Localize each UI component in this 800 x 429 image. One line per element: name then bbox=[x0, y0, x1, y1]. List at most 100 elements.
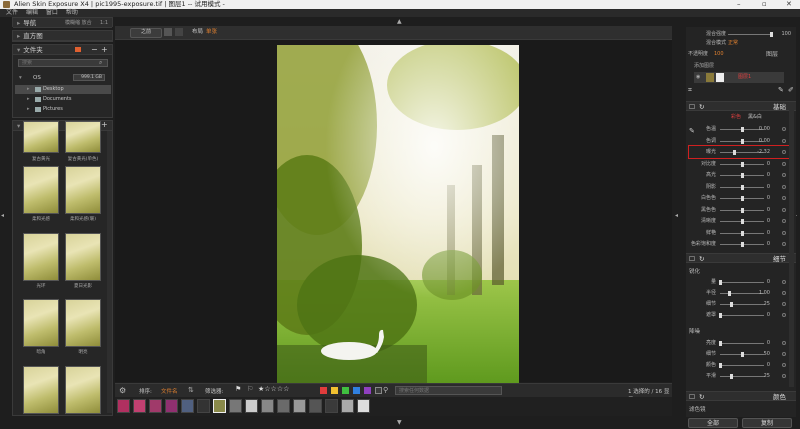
blend-mode-row[interactable]: 混合模式 正常 bbox=[686, 39, 796, 48]
slider-track[interactable] bbox=[720, 376, 764, 377]
slider-reset-dot[interactable] bbox=[782, 341, 786, 345]
slider-reset-dot[interactable] bbox=[782, 230, 786, 235]
preset-thumb[interactable] bbox=[23, 233, 59, 281]
film-thumb[interactable] bbox=[341, 399, 354, 413]
slider-reset-dot[interactable] bbox=[782, 242, 786, 246]
opacity-row[interactable]: 不透明度 100 图层 bbox=[686, 50, 796, 59]
menu-window[interactable]: 窗口 bbox=[46, 9, 58, 16]
slider-knob[interactable] bbox=[719, 313, 722, 318]
slider-track[interactable] bbox=[720, 315, 764, 316]
slider-knob[interactable] bbox=[741, 196, 744, 201]
expand-drive-icon[interactable]: ▾ bbox=[19, 75, 22, 81]
color-mode-bw[interactable]: 黑&白 bbox=[748, 113, 762, 120]
slider-knob[interactable] bbox=[741, 173, 744, 178]
film-thumb[interactable] bbox=[261, 399, 274, 413]
film-thumb[interactable] bbox=[149, 399, 162, 413]
preset-thumb[interactable] bbox=[65, 121, 101, 153]
preset-thumb[interactable] bbox=[65, 233, 101, 281]
opacity-select[interactable]: 100 bbox=[714, 50, 724, 59]
color-mode-color[interactable]: 彩色 bbox=[731, 113, 741, 120]
slider-knob[interactable] bbox=[719, 341, 722, 346]
film-thumb[interactable] bbox=[245, 399, 258, 413]
film-thumb[interactable] bbox=[165, 399, 178, 413]
remove-folder-button[interactable]: − bbox=[91, 45, 98, 55]
split-view-icon[interactable] bbox=[164, 28, 172, 36]
expand-icon[interactable]: ▸ bbox=[27, 85, 30, 94]
add-folder-button[interactable]: + bbox=[101, 45, 108, 55]
reject-flag-icon[interactable]: ⚐ bbox=[247, 385, 253, 393]
menu-help[interactable]: 帮助 bbox=[66, 9, 78, 16]
minimize-button[interactable]: – bbox=[737, 0, 741, 9]
slider-track[interactable] bbox=[720, 343, 764, 344]
slider-row[interactable]: 鲜艳 0 bbox=[686, 229, 796, 238]
drive-row[interactable]: ▾ OS 999.1 GB bbox=[15, 73, 111, 83]
nav-header[interactable]: ▸ 导航 模糊缩 放合 1:1 bbox=[13, 18, 112, 28]
slider-knob[interactable] bbox=[741, 127, 744, 132]
film-thumb[interactable] bbox=[229, 399, 242, 413]
slider-row[interactable]: 平滑 25 bbox=[686, 372, 796, 381]
expand-icon[interactable]: ▸ bbox=[27, 95, 30, 104]
slider-row[interactable]: 清晰度 0 bbox=[686, 217, 796, 226]
color-label-purple[interactable] bbox=[364, 387, 371, 394]
slider-row[interactable]: 细节 25 bbox=[686, 300, 796, 309]
menu-edit[interactable]: 编辑 bbox=[26, 9, 38, 16]
maximize-button[interactable]: ▫ bbox=[762, 0, 767, 9]
add-layer-row[interactable]: 添加图层 bbox=[694, 62, 784, 71]
slider-row[interactable]: 遮罩 0 bbox=[686, 311, 796, 320]
add-preset-button[interactable]: + bbox=[101, 121, 108, 130]
slider-reset-dot[interactable] bbox=[782, 313, 786, 317]
folder-item-pictures[interactable]: ▸ Pictures bbox=[15, 105, 111, 114]
menu-file[interactable]: 文件 bbox=[6, 9, 18, 16]
presets-scrollbar[interactable] bbox=[107, 131, 112, 413]
layer-visibility-icon[interactable]: ◉ bbox=[696, 74, 700, 80]
color-label-red[interactable] bbox=[320, 387, 327, 394]
slider-reset-dot[interactable] bbox=[782, 138, 786, 143]
reset-color-icon[interactable]: ↻ bbox=[699, 392, 704, 402]
copy-settings-button[interactable]: 复制 bbox=[742, 418, 792, 428]
slider-knob[interactable] bbox=[741, 219, 744, 224]
slider-knob[interactable] bbox=[730, 374, 733, 379]
sort-direction-icon[interactable]: ⇅ bbox=[188, 386, 194, 394]
slider-reset-dot[interactable] bbox=[782, 173, 786, 177]
folders-header[interactable]: ▾ 文件夹 − + bbox=[13, 45, 112, 55]
sort-select[interactable]: 文件名 bbox=[161, 387, 178, 395]
film-thumb[interactable] bbox=[357, 399, 370, 413]
preset-thumb[interactable] bbox=[65, 166, 101, 214]
slider-knob[interactable] bbox=[741, 207, 744, 213]
preset-thumb[interactable] bbox=[23, 166, 59, 214]
search-icon[interactable]: ⌕ bbox=[99, 59, 102, 67]
color-label-none[interactable] bbox=[375, 387, 382, 394]
adjust-scrollbar[interactable] bbox=[789, 107, 794, 387]
layout-select[interactable]: 单张 bbox=[206, 27, 217, 35]
layer-name[interactable]: 图层1 bbox=[738, 73, 751, 80]
folder-sync-icon[interactable] bbox=[75, 47, 81, 52]
slider-reset-dot[interactable] bbox=[782, 161, 786, 166]
slider-knob[interactable] bbox=[741, 230, 744, 236]
slider-row[interactable]: 阴影 0 bbox=[686, 183, 796, 192]
basic-header[interactable]: ☐ ↻ 基础 bbox=[686, 101, 796, 111]
color-label-blue[interactable] bbox=[353, 387, 360, 394]
star-rating[interactable]: ★☆☆☆☆ bbox=[258, 385, 289, 393]
slider-row[interactable]: 色温 0.00 bbox=[686, 125, 796, 134]
slider-reset-dot[interactable] bbox=[782, 184, 786, 189]
pen-icon[interactable]: ✐ bbox=[788, 86, 794, 94]
compare-view-icon[interactable] bbox=[175, 28, 183, 36]
preset-thumb[interactable] bbox=[65, 299, 101, 347]
film-thumb-selected[interactable] bbox=[213, 399, 226, 413]
slider-reset-dot[interactable] bbox=[782, 219, 786, 223]
slider-row[interactable]: 亮度 0 bbox=[686, 339, 796, 348]
detail-header[interactable]: ☐ ↻ 细节 bbox=[686, 253, 796, 263]
slider-reset-dot[interactable] bbox=[782, 291, 786, 295]
color-toggle-icon[interactable]: ☐ bbox=[689, 392, 695, 402]
slider-row[interactable]: 色彩饱和度 0 bbox=[686, 240, 796, 249]
slider-knob[interactable] bbox=[727, 291, 731, 296]
collapse-left-icon[interactable]: ◂ bbox=[1, 212, 4, 219]
color-label-yellow[interactable] bbox=[331, 387, 338, 394]
slider-knob[interactable] bbox=[719, 363, 722, 368]
close-button[interactable]: ✕ bbox=[786, 0, 792, 9]
basic-toggle-icon[interactable]: ☐ bbox=[689, 102, 695, 112]
slider-row[interactable]: 细节 50 bbox=[686, 350, 796, 359]
reset-all-button[interactable]: 全部 bbox=[688, 418, 738, 428]
browse-search-input[interactable] bbox=[395, 386, 502, 395]
nav-mode[interactable]: 模糊缩 放合 bbox=[65, 18, 92, 28]
